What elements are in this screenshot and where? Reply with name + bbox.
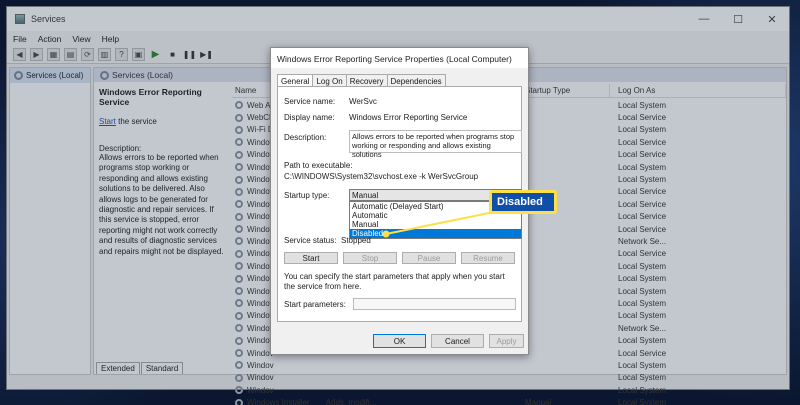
start-params-input[interactable] bbox=[353, 298, 516, 310]
option-disabled[interactable]: Disabled bbox=[350, 229, 521, 238]
startup-type-cell: Manual bbox=[525, 398, 552, 405]
path-label: Path to executable: bbox=[284, 161, 353, 170]
log-on-as-cell: Local System bbox=[618, 398, 667, 405]
option-manual[interactable]: Manual bbox=[350, 220, 521, 229]
pause-button[interactable]: Pause bbox=[402, 252, 456, 264]
apply-button[interactable]: Apply bbox=[489, 334, 524, 348]
resume-button[interactable]: Resume bbox=[461, 252, 515, 264]
startup-type-label: Startup type: bbox=[284, 191, 330, 200]
gear-icon bbox=[235, 398, 243, 405]
service-desc-cell: Adds, modifi... bbox=[325, 398, 377, 405]
callout-label: Disabled bbox=[492, 193, 554, 211]
cancel-button[interactable]: Cancel bbox=[431, 334, 484, 348]
stop-button[interactable]: Stop bbox=[343, 252, 397, 264]
service-name-value: WerSvc bbox=[349, 97, 377, 106]
service-name-label: Service name: bbox=[284, 97, 336, 106]
start-params-hint: You can specify the start parameters tha… bbox=[284, 272, 505, 291]
display-name-label: Display name: bbox=[284, 113, 335, 122]
description-box[interactable]: Allows errors to be reported when progra… bbox=[349, 130, 522, 159]
ok-button[interactable]: OK bbox=[373, 334, 426, 348]
display-name-value: Windows Error Reporting Service bbox=[349, 113, 468, 122]
service-status-label: Service status: bbox=[284, 236, 337, 245]
start-params-label: Start parameters: bbox=[284, 300, 346, 309]
service-status-value: Stopped bbox=[341, 236, 371, 245]
disabled-callout: Disabled bbox=[489, 190, 557, 214]
dialog-title: Windows Error Reporting Service Properti… bbox=[271, 48, 528, 68]
start-button[interactable]: Start bbox=[284, 252, 338, 264]
description-label: Description: bbox=[284, 133, 327, 142]
general-tab-panel: Service name: WerSvc Display name: Windo… bbox=[277, 86, 522, 322]
service-name-cell: Windows Installer Adds, modifi... bbox=[232, 398, 522, 405]
table-row[interactable]: Windows Installer Adds, modifi... Manual Lo… bbox=[232, 396, 786, 405]
path-value: C:\WINDOWS\System32\svchost.exe -k WerSv… bbox=[284, 172, 479, 181]
